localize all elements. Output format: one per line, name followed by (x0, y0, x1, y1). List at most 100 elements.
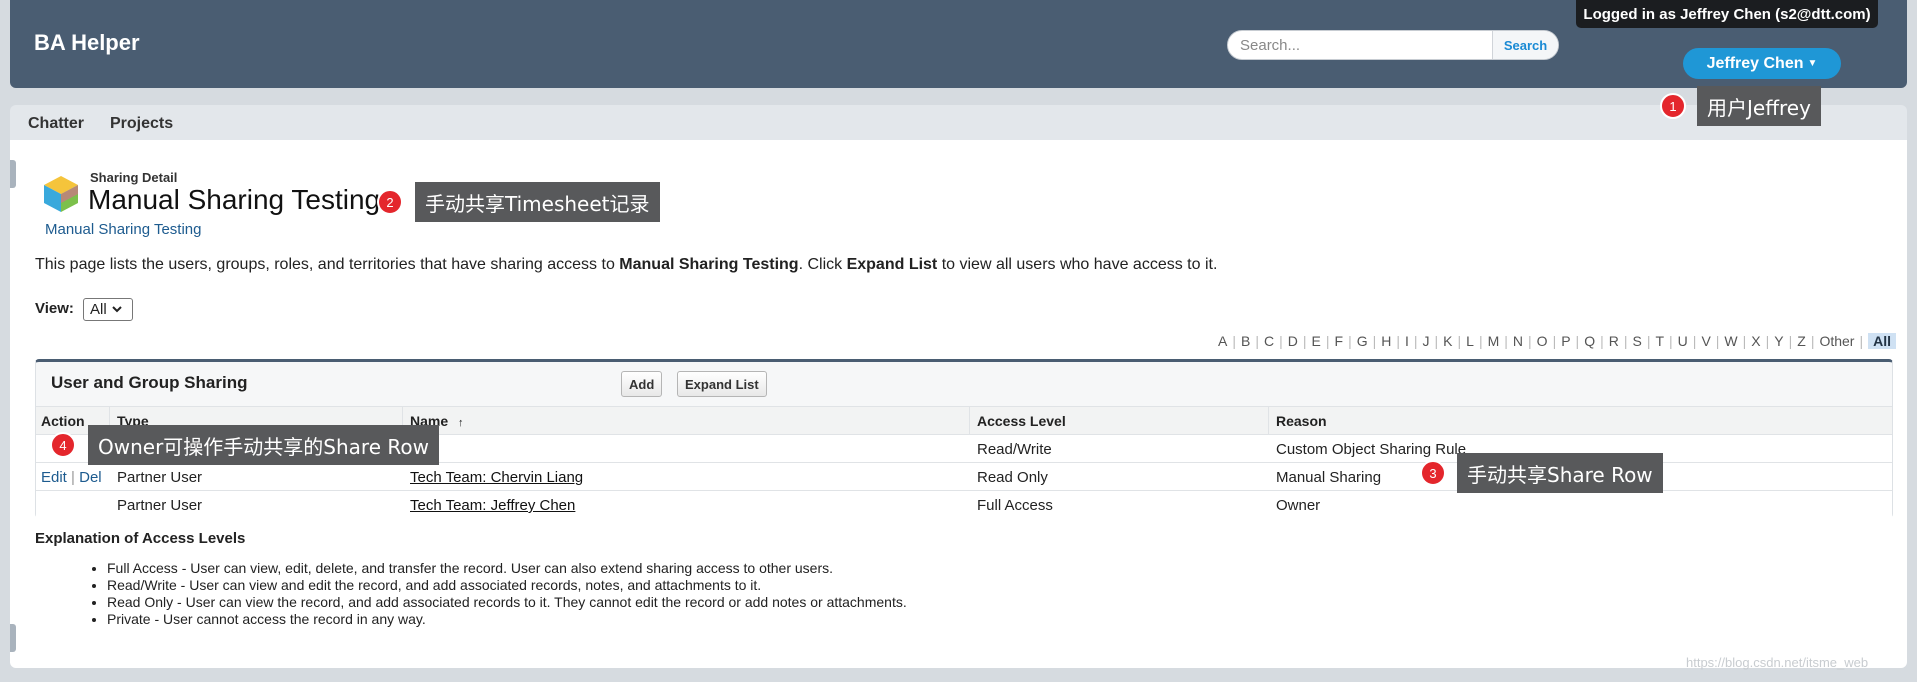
alpha-separator: | (1372, 333, 1377, 349)
alpha-filter-i[interactable]: I (1405, 333, 1409, 349)
search-button[interactable]: Search (1492, 31, 1558, 59)
alpha-separator: | (1623, 333, 1628, 349)
intro-part: This page lists the users, groups, roles… (35, 256, 620, 273)
alpha-separator: | (1478, 333, 1483, 349)
row-name[interactable]: Tech Team: Chervin Liang (410, 469, 583, 486)
alpha-filter-r[interactable]: R (1609, 333, 1619, 349)
row-reason: Manual Sharing (1276, 469, 1382, 486)
alpha-separator: | (1232, 333, 1236, 349)
alpha-filter-o[interactable]: O (1537, 333, 1548, 349)
intro-part: to view all users who have access to it. (937, 256, 1218, 273)
list-item: Full Access - User can view, edit, delet… (107, 560, 907, 577)
alpha-separator: | (1325, 333, 1330, 349)
sidebar-handle[interactable] (10, 624, 16, 652)
alpha-separator: | (1859, 333, 1864, 349)
alpha-filter-all[interactable]: All (1868, 333, 1896, 349)
alpha-separator: | (1575, 333, 1580, 349)
alpha-filter: A | B | C | D | E | F | G | H | I | J | K | L | M | N | O | P | Q | R | S | T |… (1218, 333, 1896, 349)
search-input[interactable] (1228, 31, 1492, 59)
alpha-filter-x[interactable]: X (1751, 333, 1760, 349)
action-separator: | (71, 469, 80, 486)
alpha-filter-l[interactable]: L (1466, 333, 1474, 349)
alpha-filter-w[interactable]: W (1724, 333, 1737, 349)
record-type-label: Sharing Detail (90, 170, 178, 185)
alpha-filter-p[interactable]: P (1561, 333, 1570, 349)
app-title[interactable]: BA Helper (34, 30, 140, 56)
alpha-filter-z[interactable]: Z (1797, 333, 1806, 349)
list-item: Read Only - User can view the record, an… (107, 594, 907, 611)
alpha-filter-s[interactable]: S (1632, 333, 1641, 349)
row-name-link[interactable]: Tech Team: Jeffrey Chen (410, 497, 575, 514)
alpha-filter-t[interactable]: T (1655, 333, 1664, 349)
sidebar-handle[interactable] (10, 160, 16, 188)
alpha-separator: | (1646, 333, 1651, 349)
alpha-filter-other[interactable]: Other (1819, 333, 1854, 349)
list-item: Private - User cannot access the record … (107, 611, 907, 628)
annotation-badge: 4 (50, 432, 76, 458)
alpha-separator: | (1279, 333, 1283, 349)
alpha-filter-g[interactable]: G (1357, 333, 1368, 349)
alpha-separator: | (1715, 333, 1720, 349)
row-reason: Owner (1276, 497, 1321, 514)
alpha-separator: | (1504, 333, 1508, 349)
section-title: User and Group Sharing (51, 373, 248, 392)
row-name-link[interactable]: Tech Team: Chervin Liang (410, 469, 583, 486)
delete-link[interactable]: Del (79, 469, 102, 486)
alpha-filter-f[interactable]: F (1335, 333, 1344, 349)
alpha-separator: | (1434, 333, 1439, 349)
intro-expand-text: Expand List (846, 256, 938, 273)
intro-record-name: Manual Sharing Testing (619, 256, 799, 273)
user-menu-button[interactable]: Jeffrey Chen ▼ (1683, 48, 1841, 79)
alpha-separator: | (1600, 333, 1604, 349)
table-row: Partner User Tech Team: Jeffrey Chen Ful… (36, 490, 1892, 518)
col-header-reason: Reason (1276, 413, 1327, 429)
search-box: Search (1227, 30, 1559, 60)
record-link[interactable]: Manual Sharing Testing (45, 221, 202, 238)
annotation-note: 用户Jeffrey (1697, 86, 1821, 126)
alpha-separator: | (1788, 333, 1793, 349)
alpha-filter-k[interactable]: K (1443, 333, 1452, 349)
alpha-filter-b[interactable]: B (1241, 333, 1250, 349)
alpha-filter-m[interactable]: M (1488, 333, 1500, 349)
alpha-filter-h[interactable]: H (1381, 333, 1391, 349)
alpha-filter-n[interactable]: N (1513, 333, 1523, 349)
alpha-filter-q[interactable]: Q (1584, 333, 1595, 349)
tab-chatter[interactable]: Chatter (28, 115, 84, 133)
alpha-filter-c[interactable]: C (1264, 333, 1274, 349)
alpha-filter-u[interactable]: U (1678, 333, 1688, 349)
explanation-list: Full Access - User can view, edit, delet… (107, 560, 907, 628)
sort-asc-icon: ↑ (458, 417, 464, 429)
col-header-action: Action (41, 413, 85, 429)
explanation-title: Explanation of Access Levels (35, 530, 246, 547)
row-type: Partner User (117, 497, 203, 514)
alpha-separator: | (1348, 333, 1352, 349)
row-access: Read/Write (977, 441, 1052, 458)
col-header-access: Access Level (977, 413, 1066, 429)
alpha-filter-j[interactable]: J (1423, 333, 1430, 349)
add-button[interactable]: Add (621, 371, 663, 397)
alpha-separator: | (1413, 333, 1418, 349)
row-name[interactable]: Tech Team: Jeffrey Chen (410, 497, 575, 514)
tab-projects[interactable]: Projects (110, 115, 173, 133)
alpha-separator: | (1692, 333, 1697, 349)
annotation-note: Owner可操作手动共享的Share Row (88, 425, 439, 465)
intro-part: . Click (798, 256, 847, 273)
alpha-filter-e[interactable]: E (1312, 333, 1321, 349)
annotation-note: 手动共享Timesheet记录 (415, 182, 660, 222)
alpha-filter-d[interactable]: D (1288, 333, 1298, 349)
alpha-separator: | (1396, 333, 1400, 349)
row-access: Read Only (977, 469, 1048, 486)
expand-list-button[interactable]: Expand List (677, 371, 767, 397)
alpha-filter-y[interactable]: Y (1774, 333, 1783, 349)
view-select[interactable]: All (83, 298, 133, 321)
annotation-note: 手动共享Share Row (1457, 453, 1663, 493)
alpha-filter-v[interactable]: V (1701, 333, 1710, 349)
alpha-separator: | (1810, 333, 1815, 349)
alpha-separator: | (1255, 333, 1259, 349)
alpha-separator: | (1742, 333, 1747, 349)
cube-record-icon (44, 176, 78, 212)
edit-link[interactable]: Edit (41, 469, 67, 486)
alpha-filter-a[interactable]: A (1218, 333, 1227, 349)
alpha-separator: | (1765, 333, 1770, 349)
row-reason: Custom Object Sharing Rule (1276, 441, 1467, 458)
